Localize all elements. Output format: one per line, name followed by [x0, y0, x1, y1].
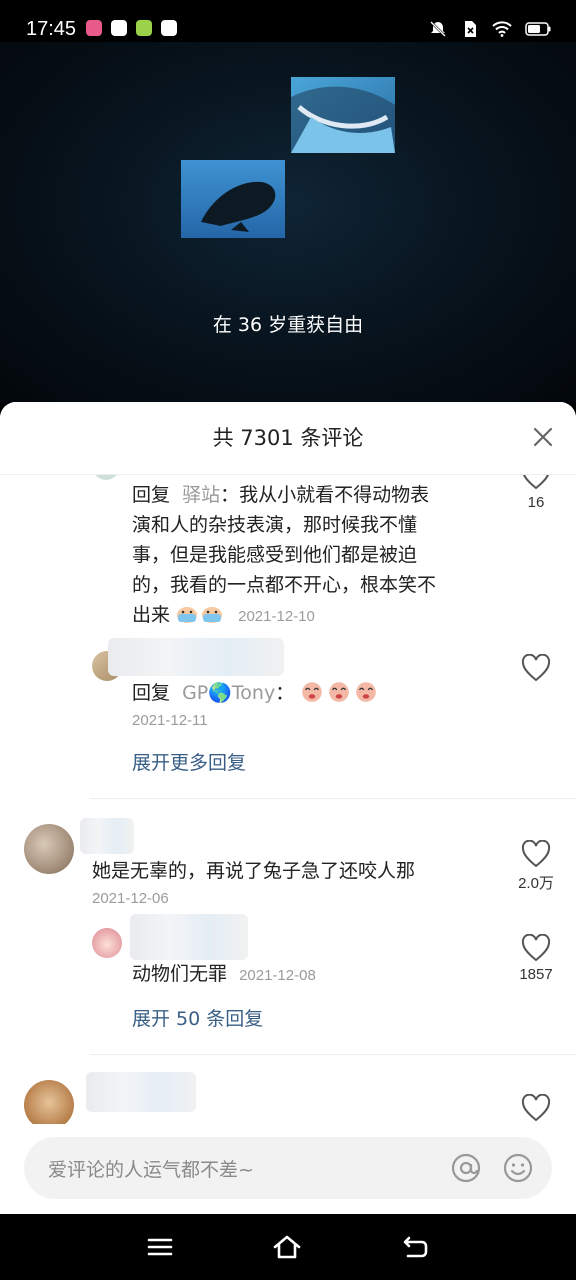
comment-count-title: 共 7301 条评论 [212, 426, 364, 450]
video-player[interactable]: 在 36 岁重获自由 [0, 42, 576, 402]
username-blurred[interactable] [80, 818, 134, 854]
avatar[interactable] [92, 928, 122, 958]
reply-line: 出来 [132, 604, 171, 626]
app-notification-icon [86, 20, 102, 36]
sim-off-icon [460, 19, 480, 39]
reply-prefix: 回复 [132, 682, 171, 704]
like-count: 16 [527, 494, 545, 511]
reply-date: 2021-12-10 [238, 608, 315, 625]
wifi-icon [492, 19, 512, 39]
at-mention-icon[interactable] [450, 1152, 482, 1184]
crying-emoji-icon [356, 682, 377, 702]
emoji-icon[interactable] [502, 1152, 534, 1184]
mute-icon [428, 19, 448, 39]
reply-body: 动物们无罪 [132, 963, 228, 985]
menu-icon[interactable] [145, 1232, 175, 1262]
like-count: 1857 [519, 966, 553, 983]
crying-emoji-icon [202, 607, 223, 623]
close-icon[interactable] [532, 426, 554, 448]
reply-line: 的，我看的一点都不开心，根本笑不 [132, 574, 437, 596]
comments-header: 共 7301 条评论 [0, 402, 576, 475]
crying-emoji-icon [302, 682, 323, 702]
video-caption: 在 36 岁重获自由 [212, 314, 364, 336]
reply-to-user[interactable]: GP🌎Tony [182, 682, 275, 704]
reply-text: 回复 驿站：我从小就看不得动物表 演和人的杂技表演，那时候我不懂 事，但是我能感… [132, 480, 492, 632]
back-icon[interactable] [400, 1232, 430, 1262]
like-button[interactable] [506, 654, 566, 682]
reply-date: 2021-12-11 [132, 712, 208, 729]
like-button[interactable]: 2.0万 [506, 840, 566, 893]
reply-prefix: 回复 [132, 484, 171, 506]
avatar[interactable] [24, 824, 74, 874]
notification-icons [86, 20, 177, 36]
app-notification-icon [136, 20, 152, 36]
username-blurred[interactable] [130, 914, 248, 960]
comment-input[interactable]: 爱评论的人运气都不差~ [24, 1137, 552, 1199]
crying-emoji-icon [329, 682, 350, 702]
like-button[interactable]: 16 [506, 474, 566, 511]
heart-icon [521, 1094, 551, 1122]
like-count: 2.0万 [518, 875, 554, 892]
reply-to-user[interactable]: 驿站 [182, 484, 220, 506]
home-icon[interactable] [272, 1232, 302, 1262]
reply-colon: ： [275, 682, 295, 704]
expand-more-replies[interactable]: 展开更多回复 [132, 748, 246, 775]
reply-text: 动物们无罪 2021-12-08 [132, 959, 492, 991]
reply-text: 回复 GP🌎Tony： [132, 678, 492, 708]
reply-line: ：我从小就看不得动物表 [220, 484, 430, 506]
comment-list[interactable]: 回复 驿站：我从小就看不得动物表 演和人的杂技表演，那时候我不懂 事，但是我能感… [0, 474, 576, 1124]
reply-line: 事，但是我能感受到他们都是被迫 [132, 544, 418, 566]
username-blurred[interactable] [86, 1072, 196, 1112]
reply-line: 演和人的杂技表演，那时候我不懂 [132, 514, 418, 536]
like-button[interactable]: 1857 [506, 934, 566, 983]
divider [90, 798, 576, 799]
username-blurred[interactable] [108, 638, 284, 676]
like-button[interactable] [506, 1094, 566, 1122]
crying-emoji-icon [177, 607, 198, 623]
video-screen-top [291, 77, 395, 153]
video-screen-bottom [181, 160, 285, 238]
status-time: 17:45 [26, 18, 77, 40]
battery-icon [524, 19, 552, 39]
heart-icon [521, 934, 551, 962]
comment-text: 她是无辜的，再说了兔子急了还咬人那 [92, 860, 416, 882]
divider [90, 1054, 576, 1055]
heart-icon [521, 654, 551, 682]
app-notification-icon [111, 20, 127, 36]
reply-date: 2021-12-08 [239, 967, 316, 984]
app-notification-icon [161, 20, 177, 36]
heart-icon [522, 474, 550, 490]
comments-panel: 共 7301 条评论 回复 驿站：我从小就看不得动物表 演和人的杂技表演，那时候… [0, 402, 576, 1214]
expand-replies-button[interactable]: 展开 50 条回复 [132, 1004, 263, 1031]
comment-input-placeholder: 爱评论的人运气都不差~ [48, 1159, 254, 1181]
heart-icon [521, 840, 551, 868]
system-navigation-bar [0, 1214, 576, 1280]
avatar[interactable] [24, 1080, 74, 1124]
comment-date: 2021-12-06 [92, 890, 169, 907]
system-icons [428, 19, 552, 39]
